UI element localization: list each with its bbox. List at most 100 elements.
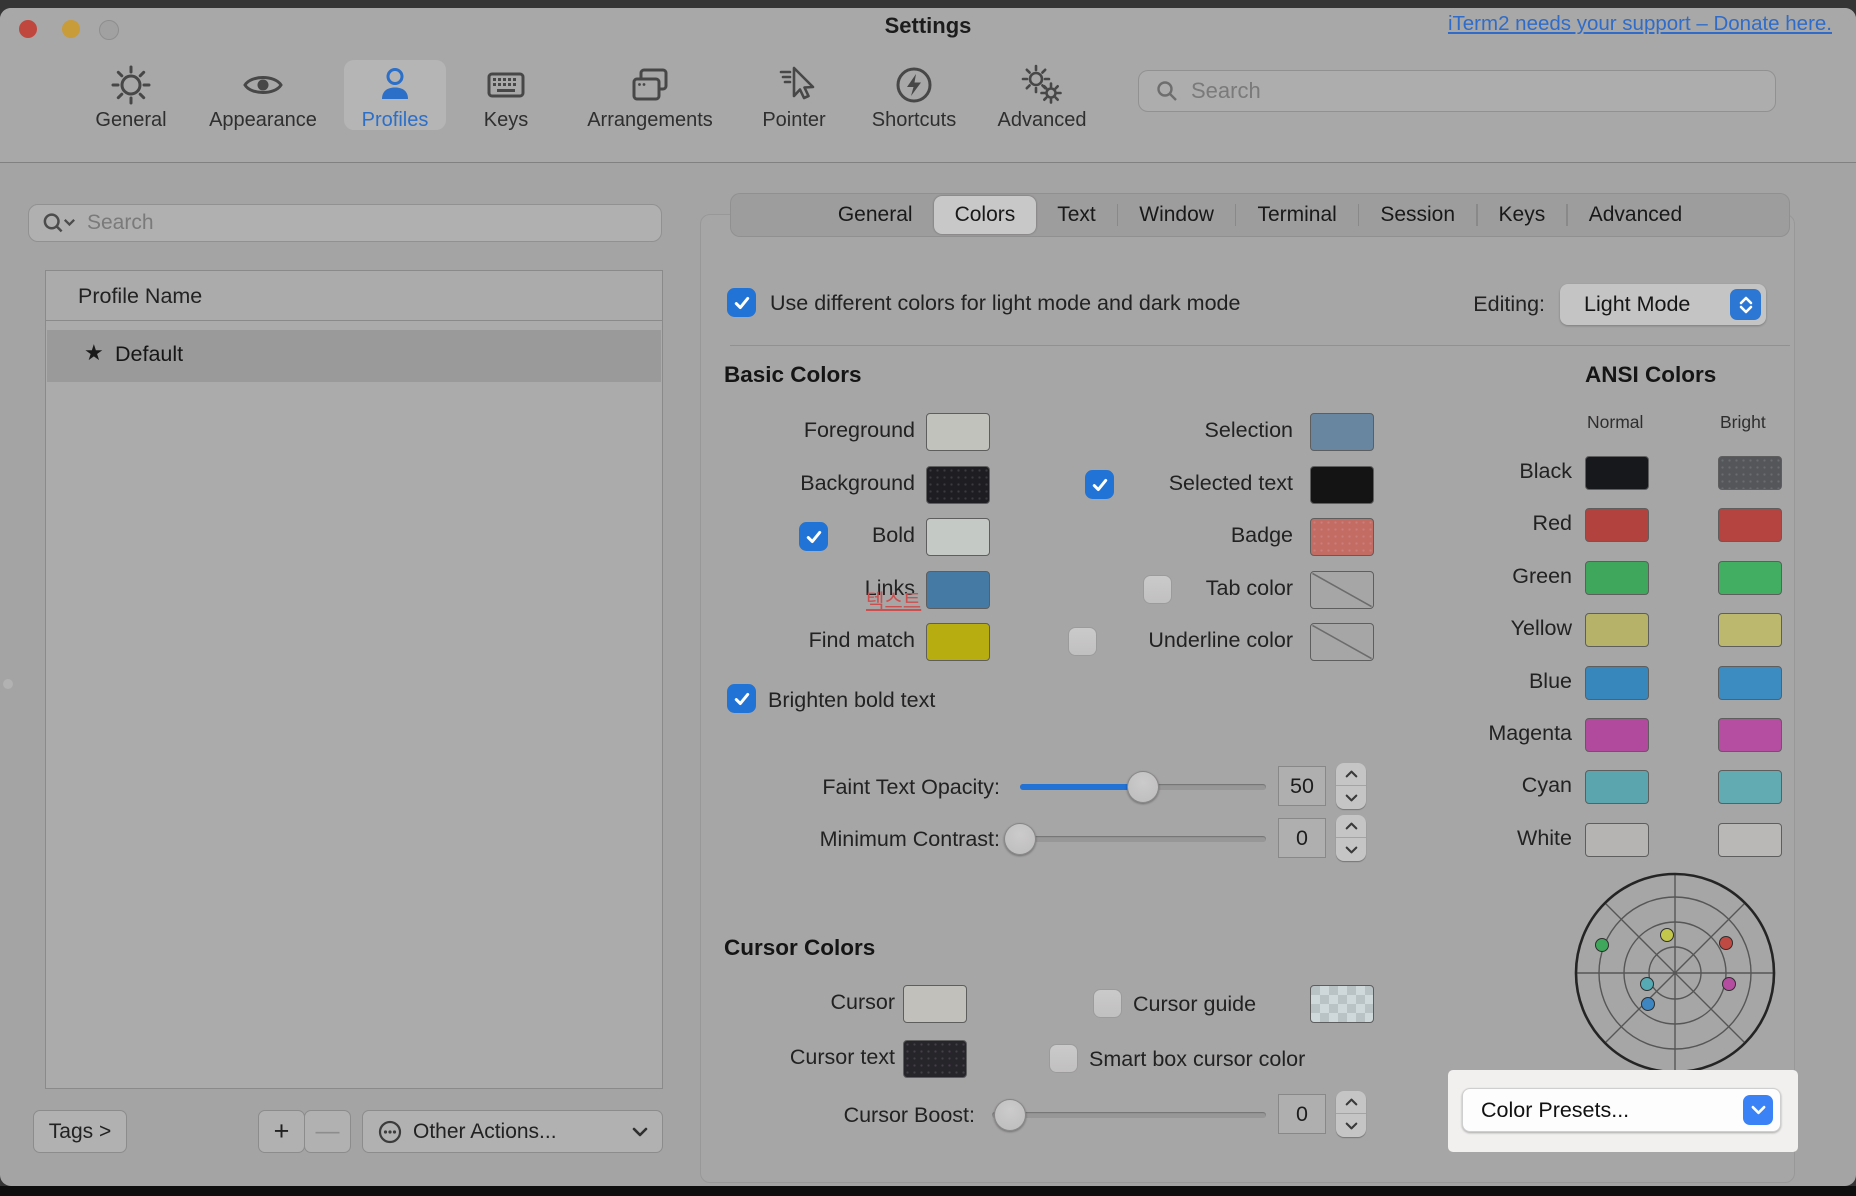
cursor-guide-label: Cursor guide bbox=[1133, 992, 1256, 1017]
cursor-swatch[interactable] bbox=[903, 985, 967, 1023]
tab-colors[interactable]: Colors bbox=[934, 196, 1037, 234]
toolbar-item-appearance[interactable]: Appearance bbox=[203, 62, 323, 132]
gear-icon bbox=[71, 62, 191, 108]
tab-session[interactable]: Session bbox=[1359, 193, 1476, 237]
tab-keys[interactable]: Keys bbox=[1478, 193, 1567, 237]
toolbar-label: Advanced bbox=[982, 109, 1102, 132]
faint-opacity-slider-knob[interactable] bbox=[1127, 771, 1159, 803]
min-contrast-stepper[interactable] bbox=[1336, 815, 1366, 861]
ansi-black-normal-swatch[interactable] bbox=[1585, 456, 1649, 490]
cursor-guide-swatch[interactable] bbox=[1310, 985, 1374, 1023]
add-profile-button[interactable]: + bbox=[258, 1110, 305, 1153]
toolbar-label: Keys bbox=[446, 109, 566, 132]
editing-popup[interactable]: Light Mode bbox=[1560, 284, 1766, 325]
ansi-blue-normal-swatch[interactable] bbox=[1585, 666, 1649, 700]
ansi-magenta-normal-swatch[interactable] bbox=[1585, 718, 1649, 752]
tags-button[interactable]: Tags > bbox=[33, 1110, 127, 1153]
toolbar-item-advanced[interactable]: Advanced bbox=[982, 62, 1102, 132]
donate-link[interactable]: iTerm2 needs your support – Donate here. bbox=[1350, 12, 1832, 36]
find-match-swatch[interactable] bbox=[926, 623, 990, 661]
ansi-red-bright-swatch[interactable] bbox=[1718, 508, 1782, 542]
links-swatch[interactable] bbox=[926, 571, 990, 609]
toolbar-item-shortcuts[interactable]: Shortcuts bbox=[854, 62, 974, 132]
toolbar-item-profiles[interactable]: Profiles bbox=[335, 62, 455, 132]
use-different-colors-checkbox[interactable] bbox=[727, 288, 756, 317]
bold-swatch[interactable] bbox=[926, 518, 990, 556]
ansi-yellow-normal-swatch[interactable] bbox=[1585, 613, 1649, 647]
other-actions-menu[interactable]: Other Actions... bbox=[362, 1110, 663, 1153]
tab-window[interactable]: Window bbox=[1118, 193, 1235, 237]
editing-label: Editing: bbox=[1420, 292, 1545, 317]
check-icon bbox=[734, 692, 750, 706]
toolbar-item-pointer[interactable]: Pointer bbox=[734, 62, 854, 132]
eye-icon bbox=[203, 62, 323, 108]
profile-search[interactable] bbox=[28, 204, 662, 242]
ansi-green-normal-swatch[interactable] bbox=[1585, 561, 1649, 595]
faint-opacity-value[interactable]: 50 bbox=[1278, 766, 1326, 806]
brighten-bold-checkbox[interactable] bbox=[727, 684, 756, 713]
tab-terminal[interactable]: Terminal bbox=[1236, 193, 1357, 237]
ansi-black-bright-swatch[interactable] bbox=[1718, 456, 1782, 490]
ansi-blue-label: Blue bbox=[1390, 669, 1572, 694]
foreground-label: Foreground bbox=[700, 418, 915, 443]
faint-opacity-stepper[interactable] bbox=[1336, 763, 1366, 809]
ansi-cyan-normal-swatch[interactable] bbox=[1585, 770, 1649, 804]
check-icon bbox=[734, 296, 750, 310]
stepper-down-icon[interactable] bbox=[1336, 786, 1366, 809]
tab-color-swatch[interactable] bbox=[1310, 571, 1374, 609]
close-traffic-light[interactable] bbox=[19, 20, 37, 38]
ansi-yellow-label: Yellow bbox=[1390, 616, 1572, 641]
profile-list-panel bbox=[45, 270, 663, 1089]
ansi-green-label: Green bbox=[1390, 564, 1572, 589]
foreground-swatch[interactable] bbox=[926, 413, 990, 451]
min-contrast-slider-track[interactable] bbox=[1008, 836, 1266, 842]
ansi-yellow-bright-swatch[interactable] bbox=[1718, 613, 1782, 647]
stepper-up-icon[interactable] bbox=[1336, 815, 1366, 838]
min-contrast-slider-knob[interactable] bbox=[1004, 823, 1036, 855]
toolbar-item-arrangements[interactable]: Arrangements bbox=[575, 62, 725, 132]
ansi-green-bright-swatch[interactable] bbox=[1718, 561, 1782, 595]
toolbar-item-keys[interactable]: Keys bbox=[446, 62, 566, 132]
toolbar-item-general[interactable]: General bbox=[71, 62, 191, 132]
cursor-boost-slider-knob[interactable] bbox=[994, 1099, 1026, 1131]
background-swatch[interactable] bbox=[926, 466, 990, 504]
lightning-icon bbox=[854, 62, 974, 108]
use-different-colors-label: Use different colors for light mode and … bbox=[770, 291, 1240, 316]
stepper-up-icon[interactable] bbox=[1336, 763, 1366, 786]
min-contrast-value[interactable]: 0 bbox=[1278, 818, 1326, 858]
toolbar-search-input[interactable] bbox=[1189, 77, 1702, 105]
stepper-down-icon[interactable] bbox=[1336, 838, 1366, 861]
stepper-down-icon[interactable] bbox=[1336, 1114, 1366, 1137]
profile-search-input[interactable] bbox=[85, 210, 595, 236]
cursor-text-swatch[interactable] bbox=[903, 1040, 967, 1078]
gears-icon bbox=[982, 62, 1102, 108]
ansi-blue-bright-swatch[interactable] bbox=[1718, 666, 1782, 700]
ansi-normal-header: Normal bbox=[1587, 412, 1643, 433]
ansi-white-bright-swatch[interactable] bbox=[1718, 823, 1782, 857]
stepper-up-icon[interactable] bbox=[1336, 1091, 1366, 1114]
ansi-white-normal-swatch[interactable] bbox=[1585, 823, 1649, 857]
color-presets-dropdown[interactable]: Color Presets... bbox=[1462, 1088, 1781, 1132]
cursor-boost-stepper[interactable] bbox=[1336, 1091, 1366, 1137]
tab-general[interactable]: General bbox=[817, 193, 934, 237]
window-edge-dot bbox=[3, 679, 13, 689]
tab-text[interactable]: Text bbox=[1036, 193, 1117, 237]
toolbar-search[interactable] bbox=[1138, 70, 1776, 112]
selection-swatch[interactable] bbox=[1310, 413, 1374, 451]
selected-text-swatch[interactable] bbox=[1310, 466, 1374, 504]
profile-row-default[interactable]: ★ Default bbox=[47, 330, 661, 382]
cursor-boost-slider-track[interactable] bbox=[992, 1112, 1266, 1118]
smart-box-cursor-checkbox[interactable] bbox=[1049, 1044, 1078, 1073]
cursor-guide-checkbox[interactable] bbox=[1093, 989, 1122, 1018]
ansi-magenta-bright-swatch[interactable] bbox=[1718, 718, 1782, 752]
underline-color-swatch[interactable] bbox=[1310, 623, 1374, 661]
color-presets-label: Color Presets... bbox=[1481, 1098, 1629, 1123]
tab-advanced[interactable]: Advanced bbox=[1568, 193, 1703, 237]
minimize-traffic-light[interactable] bbox=[62, 20, 80, 38]
badge-swatch[interactable] bbox=[1310, 518, 1374, 556]
ansi-cyan-bright-swatch[interactable] bbox=[1718, 770, 1782, 804]
cursor-boost-value[interactable]: 0 bbox=[1278, 1094, 1326, 1134]
keyboard-icon bbox=[446, 62, 566, 108]
find-match-label: Find match bbox=[700, 628, 915, 653]
ansi-red-normal-swatch[interactable] bbox=[1585, 508, 1649, 542]
